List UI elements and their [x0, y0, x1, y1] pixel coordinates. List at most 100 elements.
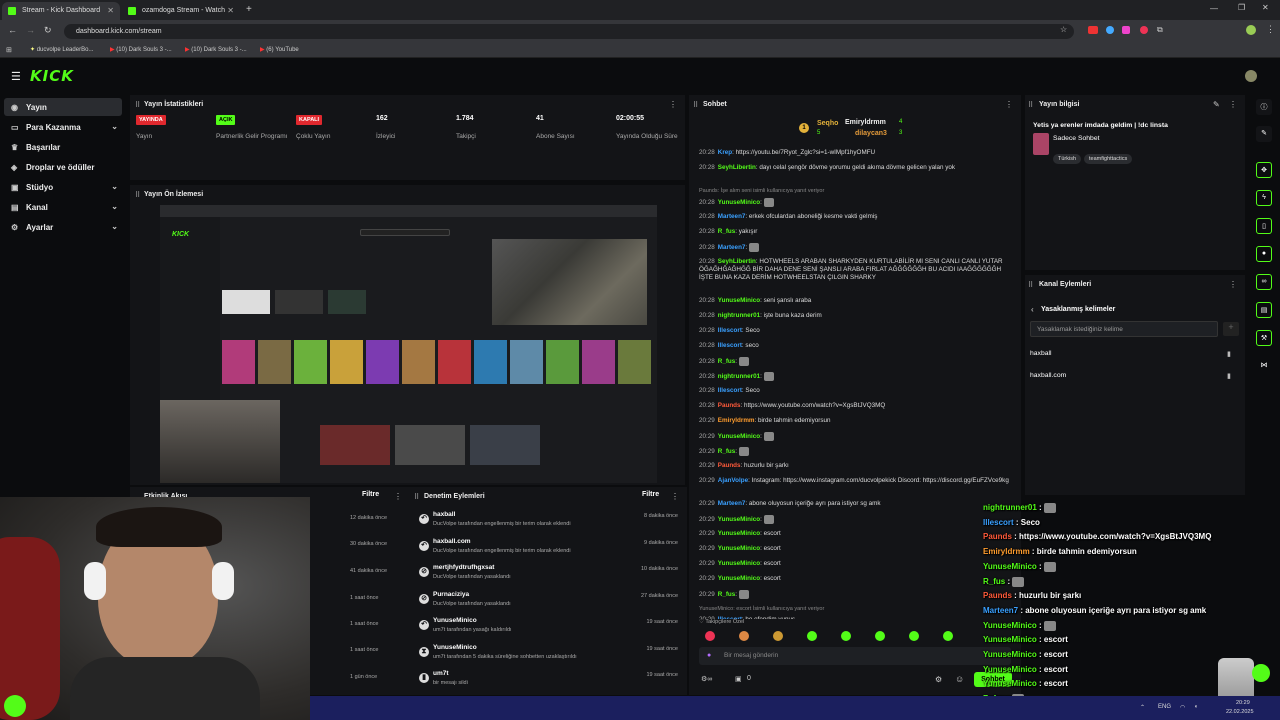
user-avatar[interactable] [1245, 70, 1257, 82]
chat-username[interactable]: YunuseMinico [718, 516, 760, 523]
banned-word-input[interactable]: Yasaklamak istediğiniz kelime [1030, 321, 1218, 337]
clock-time[interactable]: 20:29 [1236, 700, 1250, 706]
chat-username[interactable]: R_fus [718, 591, 736, 598]
chat-username[interactable]: YunuseMinico [718, 297, 760, 304]
more-menu-icon[interactable]: ⋮ [1229, 100, 1237, 109]
share-icon[interactable]: ⋈ [1256, 358, 1272, 374]
bookmark-item[interactable]: ▶ (6) YouTube [260, 46, 299, 53]
language-indicator[interactable]: ENG [1158, 704, 1171, 710]
chat-username[interactable]: Paunds [718, 402, 741, 409]
chat-username[interactable]: AjanVolpe [718, 477, 748, 484]
chat-username[interactable]: Illescort [718, 387, 742, 394]
emote-icon[interactable] [909, 631, 919, 641]
hourglass-icon[interactable]: ⧗ [419, 646, 429, 657]
filter-button[interactable]: Filtre [362, 491, 379, 498]
extension-icon[interactable] [1106, 26, 1114, 34]
sidebar-item-basarilar[interactable]: ♛ Başarılar [4, 138, 122, 156]
tab-stream-watch[interactable]: ozamdoga Stream - Watch ✕ [122, 2, 240, 20]
target-icon[interactable]: ✥ [1256, 162, 1272, 178]
chat-username[interactable]: YunuseMinico [718, 560, 760, 567]
chat-username[interactable]: Illescort [718, 327, 742, 334]
chat-settings-icon[interactable]: ⚙ [935, 675, 942, 684]
minimize-icon[interactable]: — [1210, 4, 1218, 13]
volume-icon[interactable]: ◖ [1194, 704, 1198, 710]
sidebar-item-kanal[interactable]: ▤ Kanal ⌄ [4, 198, 122, 216]
close-icon[interactable]: ✕ [227, 6, 234, 15]
layers-icon[interactable]: ▤ [1256, 302, 1272, 318]
browser-menu-icon[interactable]: ⋮ [1266, 24, 1275, 35]
chat-username[interactable]: SeyhLibertin [718, 258, 756, 265]
bookmark-star-icon[interactable]: ☆ [1060, 25, 1067, 34]
profile-avatar[interactable] [1246, 25, 1256, 35]
drag-handle-icon[interactable]: ⠿ [1028, 281, 1033, 289]
chat-username[interactable]: R_fus [718, 448, 736, 455]
add-word-button[interactable]: + [1223, 322, 1239, 336]
trash-icon[interactable]: ▮ [419, 673, 429, 683]
more-menu-icon[interactable]: ⋮ [1229, 280, 1237, 289]
filter-button[interactable]: Filtre [642, 491, 659, 498]
more-menu-icon[interactable]: ⋮ [1005, 100, 1013, 109]
chat-username[interactable]: YunuseMinico [718, 199, 760, 206]
ban-icon[interactable]: ⊘ [419, 567, 429, 577]
wifi-icon[interactable]: ◠ [1180, 704, 1185, 711]
sidebar-item-studyo[interactable]: ▣ Stüdyo ⌄ [4, 178, 122, 196]
undo-icon[interactable]: ↶ [419, 620, 429, 630]
extension-icon[interactable] [1088, 26, 1098, 34]
tray-arrow-icon[interactable]: ⌃ [1140, 704, 1145, 711]
stream-preview-video[interactable]: KICK [160, 205, 657, 483]
drag-handle-icon[interactable]: ⠿ [693, 101, 698, 109]
extension-icon[interactable] [1122, 26, 1130, 34]
more-menu-icon[interactable]: ⋮ [394, 492, 402, 501]
info-icon[interactable]: ⓘ [1256, 99, 1272, 115]
drag-handle-icon[interactable]: ⠿ [414, 493, 419, 501]
window-close-icon[interactable]: ✕ [1262, 3, 1269, 12]
url-field[interactable]: dashboard.kick.com/stream [64, 24, 1074, 39]
emote-picker-icon[interactable]: ☺ [955, 674, 964, 684]
reload-icon[interactable]: ↻ [44, 25, 52, 36]
chat-username[interactable]: nightrunner01 [718, 312, 760, 319]
chat-username[interactable]: YunuseMinico [718, 433, 760, 440]
sidebar-item-para-kazanma[interactable]: ▭ Para Kazanma ⌄ [4, 118, 122, 136]
chat-username[interactable]: SeyhLibertin [718, 164, 756, 171]
back-chevron-icon[interactable]: ‹ [1031, 305, 1034, 314]
extensions-puzzle-icon[interactable]: ⧉ [1157, 25, 1163, 35]
link-icon[interactable]: ∞ [1256, 274, 1272, 290]
chat-username[interactable]: R_fus [718, 358, 736, 365]
chat-username[interactable]: YunuseMinico [718, 530, 760, 537]
chat-username[interactable]: Marteen7 [718, 213, 746, 220]
sidebar-item-ayarlar[interactable]: ⚙ Ayarlar ⌄ [4, 218, 122, 236]
kick-logo[interactable]: KICK [30, 67, 74, 85]
undo-icon[interactable]: ↶ [419, 514, 429, 524]
chat-username[interactable]: YunuseMinico [718, 545, 760, 552]
undo-icon[interactable]: ↶ [419, 540, 429, 551]
emote-icon[interactable] [943, 631, 953, 641]
bookmark-item[interactable]: ▶ (10) Dark Souls 3 -... [110, 46, 172, 53]
chat-username[interactable]: Krep [718, 149, 732, 156]
hamburger-menu-icon[interactable]: ☰ [11, 70, 21, 83]
new-tab-icon[interactable]: + [246, 4, 252, 15]
chat-bubble-icon[interactable]: ● [1256, 246, 1272, 262]
chat-username[interactable]: Illescort [718, 342, 742, 349]
sidebar-item-droplar[interactable]: ◈ Droplar ve ödüller [4, 158, 122, 176]
edit-pencil-icon[interactable]: ✎ [1213, 100, 1220, 109]
drag-handle-icon[interactable]: ⠿ [1028, 101, 1033, 109]
sidebar-item-yayin[interactable]: ◉ Yayın [4, 98, 122, 116]
restore-icon[interactable]: ❐ [1238, 3, 1245, 12]
chat-username[interactable]: Marteen7 [718, 244, 746, 251]
emote-icon[interactable] [841, 631, 851, 641]
chat-username[interactable]: Emiryldrmm [718, 417, 755, 424]
extension-icon[interactable] [1140, 26, 1148, 34]
settings-link-icon[interactable]: ⚙∞ [701, 675, 712, 683]
emote-icon[interactable] [705, 631, 715, 641]
ban-icon[interactable]: ⊘ [419, 593, 429, 604]
mic-icon[interactable]: ● [707, 652, 711, 659]
chat-username[interactable]: nightrunner01 [718, 373, 760, 380]
close-icon[interactable]: ✕ [107, 6, 114, 15]
more-menu-icon[interactable]: ⋮ [669, 100, 677, 109]
chat-username[interactable]: R_fus [718, 228, 736, 235]
trash-icon[interactable]: ▮ [1227, 372, 1231, 380]
wrench-icon[interactable]: ⚒ [1256, 330, 1272, 346]
document-icon[interactable]: ▯ [1256, 218, 1272, 234]
clock-date[interactable]: 22.02.2025 [1226, 709, 1254, 715]
drag-handle-icon[interactable]: ⠿ [135, 191, 140, 199]
